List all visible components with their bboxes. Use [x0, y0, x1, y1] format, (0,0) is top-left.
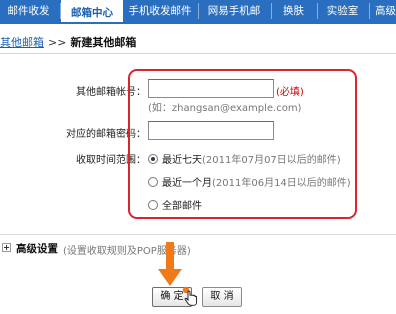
tab-mailbox-center[interactable]: 邮箱中心 — [61, 0, 123, 22]
range-option-one-month[interactable]: 最近一个月 (2011年06月14日以后的邮件) — [148, 174, 351, 189]
required-mark: (必填) — [276, 87, 304, 98]
cancel-button[interactable]: 取 消 — [202, 287, 242, 307]
tab-netease-mobile-mail[interactable]: 网易手机邮 — [199, 0, 269, 22]
breadcrumb-other-mailboxes-link[interactable]: 其他邮箱 — [0, 36, 44, 49]
radio-label: 最近一个月 — [162, 178, 212, 189]
radio-label: 全部邮件 — [162, 201, 202, 212]
radio-label: 最近七天 — [162, 155, 202, 166]
confirm-button[interactable]: 确 定 — [152, 287, 192, 307]
radio-note: (2011年06月14日以后的邮件) — [212, 178, 351, 189]
account-input[interactable] — [148, 79, 274, 98]
account-label: 其他邮箱帐号： — [76, 87, 146, 98]
account-hint: (如：zhangsan@example.com) — [148, 103, 302, 114]
breadcrumb: 其他邮箱 >> 新建其他邮箱 — [0, 34, 136, 50]
range-option-all-mail[interactable]: 全部邮件 — [148, 197, 202, 212]
password-label: 对应的邮箱密码： — [66, 129, 146, 140]
radio-note: (2011年07月07日以后的邮件) — [202, 155, 341, 166]
range-label: 收取时间范围： — [76, 155, 146, 166]
radio-button[interactable] — [148, 176, 158, 187]
password-input[interactable] — [148, 121, 274, 140]
radio-button[interactable] — [148, 199, 158, 210]
radio-button[interactable] — [148, 153, 158, 164]
range-option-seven-days[interactable]: 最近七天 (2011年07月07日以后的邮件) — [148, 151, 341, 166]
tab-advanced[interactable]: 高级 — [370, 0, 396, 22]
tab-bar-underline — [0, 22, 396, 24]
tab-mobile-mail[interactable]: 手机收发邮件 — [124, 0, 196, 22]
breadcrumb-divider — [0, 53, 396, 54]
advanced-settings-toggle[interactable]: 高级设置 — [16, 241, 58, 256]
breadcrumb-separator: >> — [48, 36, 67, 49]
tab-skin[interactable]: 换肤 — [272, 0, 315, 22]
advanced-divider — [0, 234, 396, 235]
tab-mail[interactable]: 邮件收发 — [0, 0, 57, 22]
page-title: 新建其他邮箱 — [70, 36, 137, 49]
advanced-settings-description: (设置收取规则及POP服务器) — [63, 246, 191, 257]
expand-plus-icon[interactable] — [2, 243, 11, 252]
top-tab-bar: 邮件收发 邮箱中心 手机收发邮件 网易手机邮 换肤 实验室 高级 — [0, 0, 396, 22]
tab-lab[interactable]: 实验室 — [318, 0, 367, 22]
